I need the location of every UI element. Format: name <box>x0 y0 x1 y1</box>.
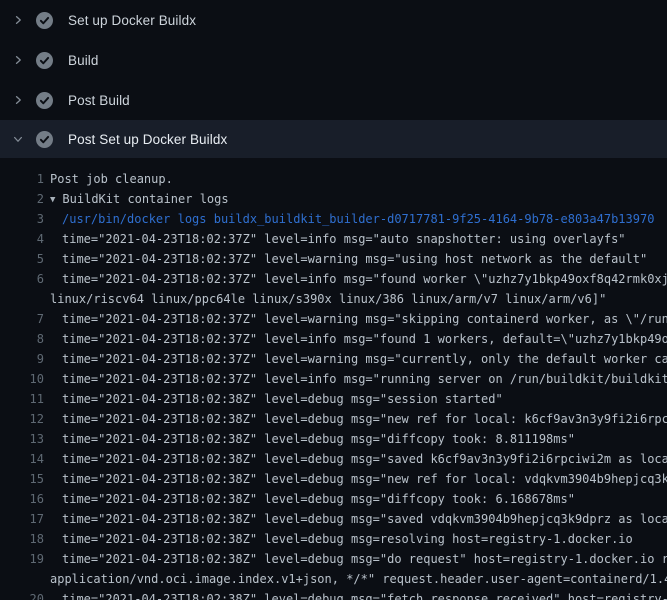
log-line-number[interactable]: 8 <box>0 329 44 349</box>
step-row[interactable]: Post Build <box>0 80 667 120</box>
log-line: 2 ▼ BuildKit container logs <box>0 189 667 209</box>
log-line-number[interactable]: 13 <box>0 429 44 449</box>
log-line-text: time="2021-04-23T18:02:38Z" level=debug … <box>62 429 575 449</box>
log-line: 9 time="2021-04-23T18:02:37Z" level=warn… <box>0 349 667 369</box>
chevron-down-icon[interactable] <box>12 133 24 145</box>
step-label: Post Build <box>68 93 130 108</box>
log-line-text: time="2021-04-23T18:02:38Z" level=debug … <box>62 529 633 549</box>
log-line: 4 time="2021-04-23T18:02:37Z" level=info… <box>0 229 667 249</box>
step-row[interactable]: Set up Docker Buildx <box>0 0 667 40</box>
log-line-number[interactable]: 3 <box>0 209 44 229</box>
step-label: Set up Docker Buildx <box>68 13 196 28</box>
log-line-number[interactable]: 19 <box>0 549 44 569</box>
log-group-title: BuildKit container logs <box>62 192 228 206</box>
log-line: 16 time="2021-04-23T18:02:38Z" level=deb… <box>0 489 667 509</box>
log-line-number[interactable]: 12 <box>0 409 44 429</box>
log-line-text: ▼ BuildKit container logs <box>50 189 229 209</box>
chevron-right-icon[interactable] <box>12 54 24 66</box>
check-circle-icon <box>36 12 53 29</box>
log-line-text: time="2021-04-23T18:02:38Z" level=debug … <box>62 509 667 529</box>
log-line-number[interactable]: 15 <box>0 469 44 489</box>
step-row[interactable]: Post Set up Docker Buildx <box>0 120 667 158</box>
log-line-text: time="2021-04-23T18:02:37Z" level=warnin… <box>62 349 667 369</box>
log-line-text: time="2021-04-23T18:02:38Z" level=debug … <box>62 469 667 489</box>
check-circle-icon <box>36 92 53 109</box>
log-line-text: time="2021-04-23T18:02:38Z" level=debug … <box>62 409 667 429</box>
actions-log-viewer: Set up Docker Buildx Build <box>0 0 667 600</box>
steps-list: Set up Docker Buildx Build <box>0 0 667 158</box>
log-line-number[interactable]: 14 <box>0 449 44 469</box>
log-line: 10 time="2021-04-23T18:02:37Z" level=inf… <box>0 369 667 389</box>
log-line-text: time="2021-04-23T18:02:38Z" level=debug … <box>62 489 575 509</box>
log-line-text: time="2021-04-23T18:02:37Z" level=info m… <box>62 269 667 289</box>
log-line-number[interactable]: 1 <box>0 169 44 189</box>
log-line-text: linux/riscv64 linux/ppc64le linux/s390x … <box>50 289 606 309</box>
log-line: 18 time="2021-04-23T18:02:38Z" level=deb… <box>0 529 667 549</box>
log-line: 14 time="2021-04-23T18:02:38Z" level=deb… <box>0 449 667 469</box>
log-line-text: Post job cleanup. <box>50 169 173 189</box>
log-line: 3 /usr/bin/docker logs buildx_buildkit_b… <box>0 209 667 229</box>
log-line-number[interactable]: 6 <box>0 269 44 289</box>
log-line: linux/riscv64 linux/ppc64le linux/s390x … <box>0 289 667 309</box>
log-line: 5 time="2021-04-23T18:02:37Z" level=warn… <box>0 249 667 269</box>
step-label: Post Set up Docker Buildx <box>68 132 227 147</box>
log-line-text: time="2021-04-23T18:02:38Z" level=debug … <box>62 549 667 569</box>
log-line: 8 time="2021-04-23T18:02:37Z" level=info… <box>0 329 667 349</box>
chevron-right-icon[interactable] <box>12 94 24 106</box>
log-line-number[interactable]: 11 <box>0 389 44 409</box>
log-line-text: time="2021-04-23T18:02:38Z" level=debug … <box>62 589 667 600</box>
log-line-text: time="2021-04-23T18:02:38Z" level=debug … <box>62 449 667 469</box>
log-line: 17 time="2021-04-23T18:02:38Z" level=deb… <box>0 509 667 529</box>
log-line-number[interactable]: 5 <box>0 249 44 269</box>
log-line: 19 time="2021-04-23T18:02:38Z" level=deb… <box>0 549 667 569</box>
log-line-number[interactable]: 7 <box>0 309 44 329</box>
log-line: 7 time="2021-04-23T18:02:37Z" level=warn… <box>0 309 667 329</box>
log-line-text: time="2021-04-23T18:02:38Z" level=debug … <box>62 389 503 409</box>
log-line-number[interactable]: 17 <box>0 509 44 529</box>
log-line: 20 time="2021-04-23T18:02:38Z" level=deb… <box>0 589 667 600</box>
log-line-number[interactable]: 9 <box>0 349 44 369</box>
log-group-collapse-icon[interactable]: ▼ <box>50 190 55 209</box>
log-line-number[interactable]: 2 <box>0 189 44 209</box>
step-label: Build <box>68 53 99 68</box>
log-line: application/vnd.oci.image.index.v1+json,… <box>0 569 667 589</box>
log-line: 11 time="2021-04-23T18:02:38Z" level=deb… <box>0 389 667 409</box>
log-line-text: application/vnd.oci.image.index.v1+json,… <box>50 569 667 589</box>
check-circle-icon <box>36 52 53 69</box>
log-line-number[interactable]: 4 <box>0 229 44 249</box>
log-line-text: time="2021-04-23T18:02:37Z" level=info m… <box>62 229 626 249</box>
log-line-number[interactable] <box>0 569 44 589</box>
log-line: 13 time="2021-04-23T18:02:38Z" level=deb… <box>0 429 667 449</box>
log-line-text: time="2021-04-23T18:02:37Z" level=warnin… <box>62 309 667 329</box>
log-line-number[interactable]: 10 <box>0 369 44 389</box>
check-circle-icon <box>36 131 53 148</box>
log-line: 1 Post job cleanup. <box>0 169 667 189</box>
log-viewer: 1 Post job cleanup. 2 ▼ BuildKit containe… <box>0 158 667 600</box>
log-line: 6 time="2021-04-23T18:02:37Z" level=info… <box>0 269 667 289</box>
log-line: 12 time="2021-04-23T18:02:38Z" level=deb… <box>0 409 667 429</box>
log-line-text: /usr/bin/docker logs buildx_buildkit_bui… <box>62 209 654 229</box>
log-line-text: time="2021-04-23T18:02:37Z" level=warnin… <box>62 249 647 269</box>
log-line: 15 time="2021-04-23T18:02:38Z" level=deb… <box>0 469 667 489</box>
chevron-right-icon[interactable] <box>12 14 24 26</box>
step-row[interactable]: Build <box>0 40 667 80</box>
log-line-number[interactable] <box>0 289 44 309</box>
log-line-text: time="2021-04-23T18:02:37Z" level=info m… <box>62 329 667 349</box>
log-line-text: time="2021-04-23T18:02:37Z" level=info m… <box>62 369 667 389</box>
log-line-number[interactable]: 18 <box>0 529 44 549</box>
log-line-number[interactable]: 16 <box>0 489 44 509</box>
log-line-number[interactable]: 20 <box>0 589 44 600</box>
